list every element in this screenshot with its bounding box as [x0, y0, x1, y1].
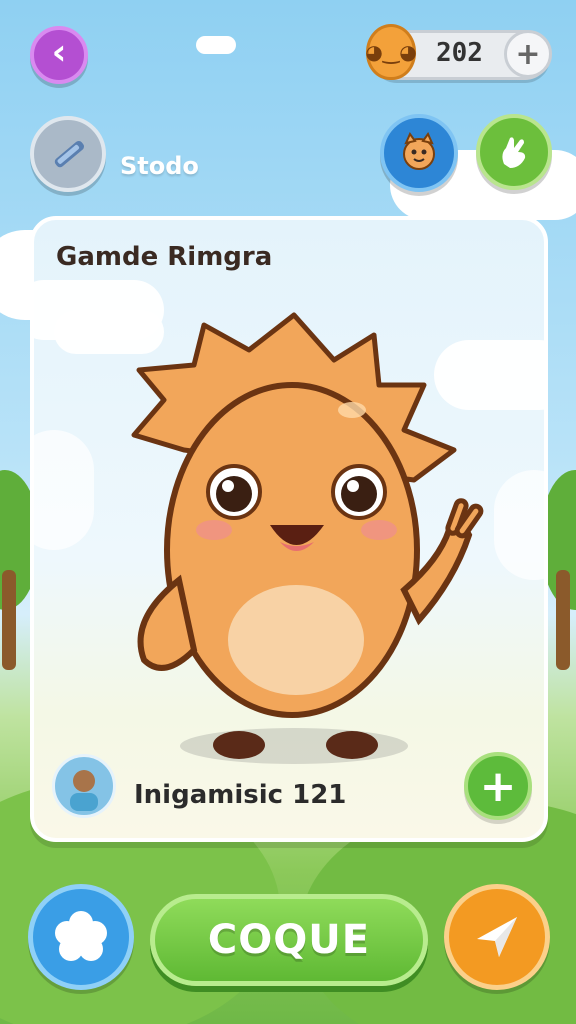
send-button[interactable] [444, 884, 550, 990]
plus-icon: + [515, 36, 541, 72]
main-action-button[interactable]: COQUE [150, 894, 428, 986]
add-button[interactable]: + [464, 752, 532, 820]
avatar-icon[interactable] [52, 754, 116, 818]
coin-value: 202 [436, 38, 483, 68]
tool-label: Stodo [120, 152, 199, 180]
pen-icon [54, 141, 85, 168]
hand-icon [502, 137, 526, 168]
flower-icon [55, 911, 107, 961]
pet-face-icon [403, 131, 435, 170]
creature-info: Inigamisic 121 [134, 780, 347, 810]
hand-button[interactable] [476, 114, 552, 190]
creature-card: Gamde Rimgra Inigamisic 121 + [30, 216, 548, 842]
send-icon [477, 917, 517, 957]
tree-trunk [556, 570, 570, 670]
chevron-left-icon: ‹ [51, 32, 67, 73]
back-button[interactable]: ‹ [30, 26, 88, 84]
plus-icon: + [479, 760, 517, 812]
tree-trunk [2, 570, 16, 670]
coin-face-icon: ◕‿◕ [365, 24, 417, 80]
creature-character[interactable] [34, 220, 548, 842]
main-action-label: COQUE [207, 917, 371, 963]
add-coins-button[interactable]: + [504, 30, 552, 78]
pet-button[interactable] [380, 114, 458, 192]
cloud [196, 36, 236, 54]
flower-button[interactable] [28, 884, 134, 990]
tool-button[interactable] [30, 116, 106, 192]
